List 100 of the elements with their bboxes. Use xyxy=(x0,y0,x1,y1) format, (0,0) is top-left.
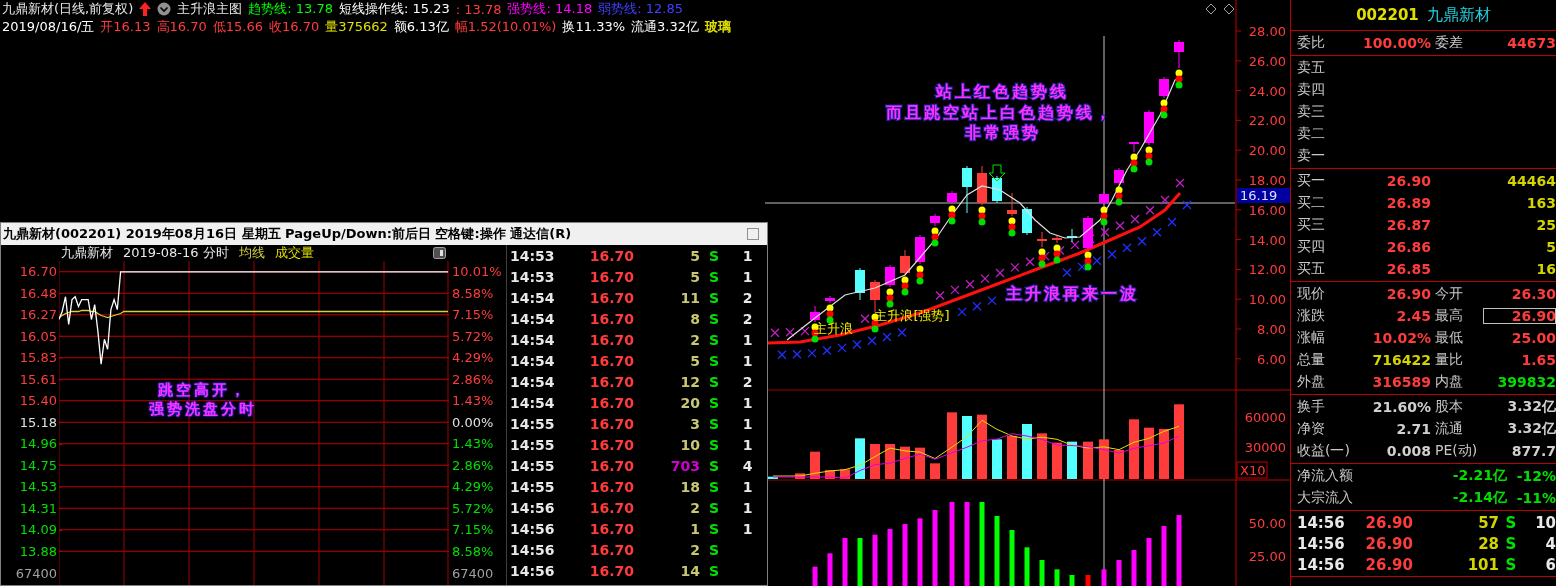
tick-count: 4 xyxy=(741,457,754,474)
axis-label: 12.00 xyxy=(1248,262,1286,278)
field-value: -2.14亿 xyxy=(1451,489,1507,507)
indicator-value: : 13.78 xyxy=(455,1,502,17)
axis-label: 28.00 xyxy=(1248,24,1286,39)
quote-value: 高16.70 xyxy=(156,18,207,36)
tick-volume: 5 xyxy=(689,247,700,264)
field-value: 10.02% xyxy=(1371,330,1431,346)
field-label: 涨幅 xyxy=(1297,329,1326,347)
percent-label: 5.72% xyxy=(452,499,494,518)
field-label: 买三 xyxy=(1297,216,1326,234)
tick-count: 1 xyxy=(741,499,754,516)
percent-label: 0.00% xyxy=(452,413,494,432)
axis-label: 10.00 xyxy=(1248,292,1286,308)
signal-dots xyxy=(1100,206,1108,226)
field-value: 316589 xyxy=(1371,374,1431,390)
indicator-bar xyxy=(994,516,1000,586)
axis-label: 14.00 xyxy=(1248,232,1286,248)
tick-time: 14:53 xyxy=(510,247,556,264)
price-label: 16.05 xyxy=(19,327,57,346)
tick-price: 26.90 xyxy=(1364,534,1413,553)
field-label: 买二 xyxy=(1297,194,1326,212)
indicator-value: 强势线: 14.18 xyxy=(507,0,593,18)
tick-price: 16.70 xyxy=(588,499,634,516)
chart-annotation: 主升浪再来一波 xyxy=(1005,284,1139,303)
tick-count: 1 xyxy=(741,352,754,369)
signal-dots xyxy=(931,227,939,247)
tick-side: S xyxy=(707,562,721,579)
diamond-icon[interactable] xyxy=(1205,3,1217,15)
tick-side: S xyxy=(707,478,721,495)
signal-dots xyxy=(1053,244,1061,264)
price-label: 16.70 xyxy=(19,263,57,281)
dropdown-circle-icon[interactable] xyxy=(157,2,172,16)
signal-dots xyxy=(916,265,924,285)
field-value: 399832 xyxy=(1496,374,1556,390)
price-label: 13.88 xyxy=(19,542,57,561)
indicator-bar xyxy=(842,538,848,586)
volume-bar xyxy=(977,414,987,479)
tick-volume: 2 xyxy=(689,541,700,558)
volume-label: 67400 xyxy=(15,567,57,581)
axis-label: 50.00 xyxy=(1248,516,1286,531)
field-value: 25.00 xyxy=(1510,330,1556,346)
tick-price: 16.70 xyxy=(588,352,634,369)
maximize-icon[interactable] xyxy=(747,228,759,240)
candlestick xyxy=(915,234,925,265)
volume-bar xyxy=(795,473,805,479)
volume-bar xyxy=(1144,427,1154,479)
field-label: 现价 xyxy=(1297,285,1326,303)
tick-side: S xyxy=(707,415,721,432)
tick-side: S xyxy=(707,394,721,411)
field-label: 流通 xyxy=(1434,420,1464,438)
tick-volume: 14 xyxy=(679,562,700,579)
tick-side: S xyxy=(707,268,721,285)
tick-count: 6 xyxy=(1544,555,1556,574)
tick-time: 14:55 xyxy=(510,478,556,495)
field-value: 100.00% xyxy=(1361,35,1431,51)
tick-price: 26.90 xyxy=(1364,555,1413,574)
candlestick xyxy=(1174,39,1184,69)
candlestick xyxy=(855,267,865,301)
tick-price: 16.70 xyxy=(588,457,634,474)
candlestick xyxy=(1067,228,1077,243)
tick-volume: 703 xyxy=(669,457,700,474)
volume-bar xyxy=(1114,450,1124,479)
candlestick xyxy=(1037,231,1047,248)
indicator-bar xyxy=(1024,547,1030,586)
volume-bar xyxy=(947,412,957,479)
volume-bar xyxy=(1129,419,1139,479)
field-label: 涨跌 xyxy=(1297,307,1326,325)
volume-bar xyxy=(885,444,895,479)
volume-bar xyxy=(992,439,1002,479)
indicator-name[interactable]: 主升浪主图 xyxy=(177,0,243,18)
tick-volume: 12 xyxy=(679,373,700,390)
signal-dots xyxy=(1145,146,1153,166)
candlestick xyxy=(1144,109,1154,146)
tick-volume: 3 xyxy=(689,415,700,432)
signal-dots xyxy=(1175,69,1183,89)
volume-bar xyxy=(1083,441,1093,479)
axis-label: 8.00 xyxy=(1257,322,1286,337)
volume-bar xyxy=(825,470,835,479)
axis-label: 16.00 xyxy=(1248,202,1286,218)
axis-label: 25.00 xyxy=(1248,549,1286,564)
diamond-icon[interactable] xyxy=(1223,3,1235,15)
indicator-value: 趋势线: 13.78 xyxy=(248,0,333,18)
tick-count: 1 xyxy=(741,394,754,411)
tick-price: 16.70 xyxy=(588,541,634,558)
indicator-bar xyxy=(1085,575,1091,586)
volume-bar xyxy=(962,416,972,479)
tick-side: S xyxy=(707,457,721,474)
price-label: 16.27 xyxy=(19,306,57,324)
tick-time: 14:53 xyxy=(510,268,556,285)
toggle-icon[interactable] xyxy=(433,247,446,259)
tick-side: S xyxy=(707,310,721,327)
tick-count: 1 xyxy=(741,268,754,285)
signal-dots xyxy=(1008,217,1016,237)
candlestick xyxy=(930,213,940,227)
price-label: 15.61 xyxy=(19,370,57,389)
tick-time: 14:55 xyxy=(510,436,556,453)
field-label: 量比 xyxy=(1434,351,1464,369)
field-value: 0.008 xyxy=(1385,443,1431,459)
chart-annotation: 站上红色趋势线 xyxy=(935,82,1069,101)
